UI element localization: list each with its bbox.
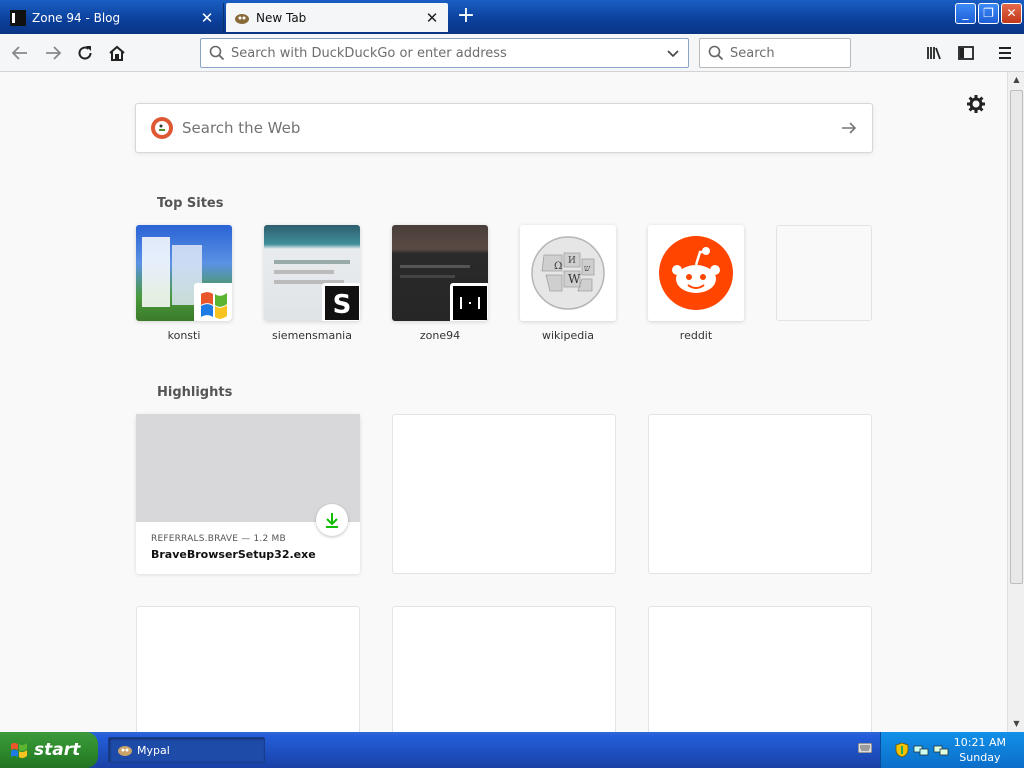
wikipedia-globe-icon: Ω И W ש [531,236,605,310]
svg-text:Ω: Ω [554,261,562,272]
menu-icon[interactable] [993,41,1017,65]
svg-text:W: W [568,272,581,286]
windows-flag-icon [11,742,27,759]
taskbar: start Mypal 10:21 AM Sunday [0,732,1024,768]
top-site-wikipedia[interactable]: Ω И W ש wikipedia [520,225,616,342]
site-thumbnail [136,225,232,321]
xp-logo-icon [194,283,232,321]
site-label: konsti [167,329,201,342]
minimize-icon[interactable]: _ [955,3,976,24]
restore-icon[interactable]: ❐ [978,3,999,24]
tab-zone94-blog[interactable]: Zone 94 - Blog ✕ [2,3,224,32]
site-thumbnail: S [264,225,360,321]
clock-time: 10:21 AM [953,736,1006,749]
tab-close-icon[interactable]: ✕ [424,10,440,26]
new-tab-page: Top Sites konsti S siemensmania [0,72,1007,732]
siemensmania-logo-icon: S [322,283,360,321]
site-thumbnail [392,225,488,321]
search-icon [209,45,225,61]
tab-strip: Zone 94 - Blog ✕ New Tab ✕ + _ ❐ ✕ [0,0,1024,34]
reload-icon[interactable] [73,41,97,65]
top-site-zone94[interactable]: zone94 [392,225,488,342]
taskbar-item-label: Mypal [137,743,170,757]
highlights-heading: Highlights [157,385,233,400]
site-label: siemensmania [272,329,352,342]
duckduckgo-logo-icon [151,117,173,139]
url-bar[interactable] [200,38,689,68]
zone94-favicon-icon [10,9,26,26]
clock-day: Sunday [959,751,1001,764]
security-shield-icon[interactable] [895,742,909,758]
sidebar-icon[interactable] [954,41,978,65]
site-label: zone94 [419,329,461,342]
mypal-favicon-icon [235,13,249,24]
navigation-bar [0,34,1024,72]
top-site-reddit[interactable]: reddit [648,225,744,342]
taskbar-item-mypal[interactable]: Mypal [108,737,265,763]
mypal-icon [118,746,132,756]
new-tab-plus-icon[interactable]: + [454,5,478,29]
search-bar[interactable] [699,38,851,68]
back-icon[interactable] [8,41,32,65]
highlight-placeholder [648,414,872,574]
arrow-right-icon[interactable] [840,119,858,137]
top-site-konsti[interactable]: konsti [136,225,232,342]
web-search-box[interactable] [135,103,873,153]
library-icon[interactable] [922,41,946,65]
tab-close-icon[interactable]: ✕ [199,10,215,26]
search-icon [708,45,724,61]
start-label: start [34,740,81,760]
reddit-logo-icon [659,236,733,310]
vertical-scrollbar[interactable]: ▲ ▼ [1007,72,1024,732]
home-icon[interactable] [105,41,129,65]
search-input[interactable] [730,45,830,61]
gear-icon[interactable] [966,94,988,116]
top-site-siemensmania[interactable]: S siemensmania [264,225,360,342]
site-thumbnail [648,225,744,321]
web-search-input[interactable] [182,119,840,137]
system-tray: 10:21 AM Sunday [880,732,1024,768]
svg-text:И: И [568,256,576,266]
clock[interactable]: 10:21 AM Sunday [954,735,1006,765]
highlight-placeholder [392,414,616,574]
zone94-logo-icon [450,283,488,321]
tab-title: Zone 94 - Blog [32,10,121,25]
site-label: wikipedia [541,329,594,342]
highlight-title: BraveBrowserSetup32.exe [151,548,316,561]
chevron-down-icon[interactable] [666,46,680,60]
network-icon[interactable] [933,742,949,758]
highlight-placeholder [136,606,360,732]
top-sites-heading: Top Sites [157,196,224,211]
window-close-icon[interactable]: ✕ [1001,3,1022,24]
tab-title: New Tab [256,10,307,25]
highlight-thumbnail [136,414,360,536]
svg-text:ש: ש [584,264,591,274]
highlight-card[interactable]: REFERRALS.BRAVE — 1.2 MB BraveBrowserSet… [136,414,360,574]
highlight-placeholder [392,606,616,732]
scroll-up-icon[interactable]: ▲ [1008,72,1024,88]
scrollbar-thumb[interactable] [1010,90,1023,584]
top-site-empty[interactable] [776,225,872,329]
highlight-placeholder [648,606,872,732]
scroll-down-icon[interactable]: ▼ [1008,716,1024,732]
keyboard-icon[interactable] [858,743,872,753]
svg-text:S: S [333,290,352,320]
url-input[interactable] [231,45,666,61]
tab-new-tab[interactable]: New Tab ✕ [226,3,448,32]
forward-icon[interactable] [41,41,65,65]
download-icon [316,504,348,536]
start-button[interactable]: start [0,732,98,768]
site-placeholder [776,225,872,321]
network-icon[interactable] [913,742,929,758]
site-label: reddit [679,329,713,342]
site-thumbnail: Ω И W ש [520,225,616,321]
